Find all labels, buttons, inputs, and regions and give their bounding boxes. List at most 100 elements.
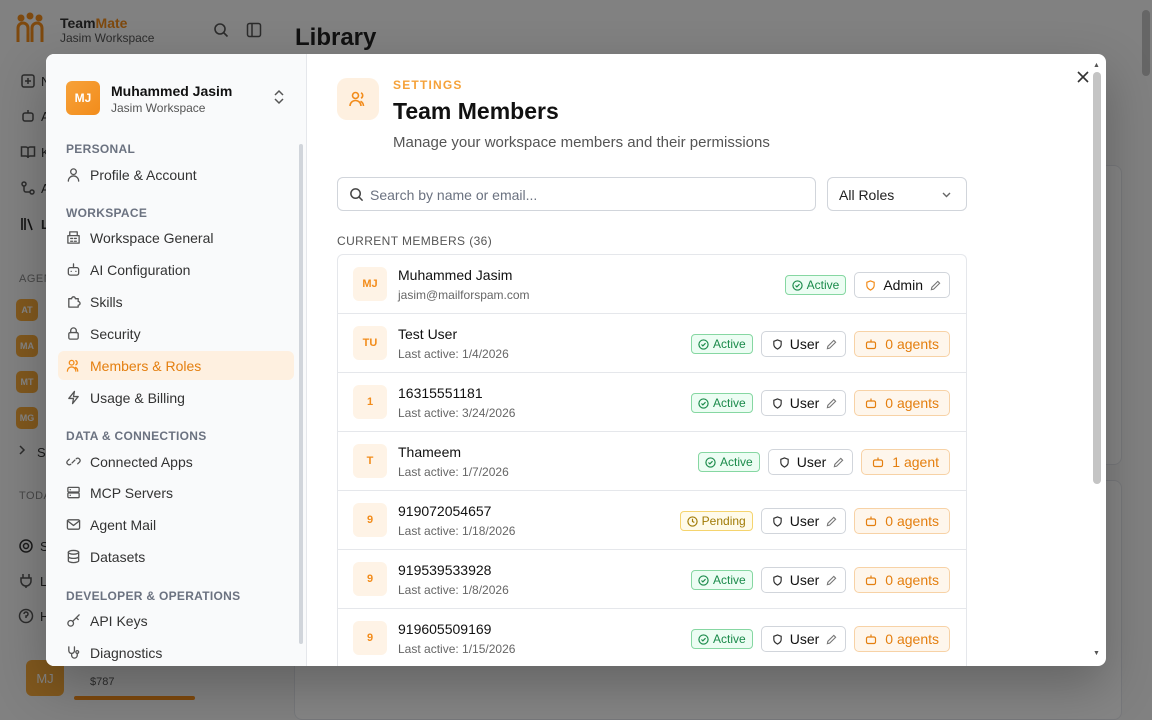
- sidebar-item-diagnostics[interactable]: Diagnostics: [58, 638, 294, 666]
- member-row: 9 919605509169 Last active: 1/15/2026 Activ…: [338, 609, 966, 666]
- user-avatar: MJ: [66, 81, 100, 115]
- check-circle-icon: [705, 456, 716, 468]
- agents-label: 0 agents: [885, 513, 939, 529]
- scroll-down-icon[interactable]: ▼: [1093, 650, 1100, 657]
- shield-icon: [772, 397, 782, 409]
- member-subtitle: Last active: 1/8/2026: [398, 583, 509, 597]
- users-icon: [66, 359, 79, 372]
- sidebar-item-datasets[interactable]: Datasets: [58, 542, 294, 571]
- agents-badge[interactable]: 0 agents: [854, 331, 950, 357]
- content-scrollbar[interactable]: [1093, 72, 1101, 484]
- role-button[interactable]: User: [760, 508, 847, 534]
- role-label: User: [789, 513, 820, 529]
- sidebar-item-label: MCP Servers: [90, 485, 173, 501]
- member-name: Muhammed Jasim: [398, 267, 513, 283]
- role-label: User: [789, 336, 820, 352]
- role-button[interactable]: Admin: [854, 272, 950, 298]
- sidebar-section-title: WORKSPACE: [66, 206, 148, 220]
- shield-icon: [772, 633, 782, 645]
- agents-label: 0 agents: [885, 572, 939, 588]
- role-button[interactable]: User: [760, 567, 847, 593]
- role-filter-dropdown[interactable]: All Roles: [827, 177, 967, 211]
- status-badge: Pending: [679, 511, 753, 531]
- sidebar-item-usage-billing[interactable]: Usage & Billing: [58, 383, 294, 412]
- role-button[interactable]: User: [760, 390, 847, 416]
- bot-icon: [866, 516, 877, 527]
- sidebar-scrollbar[interactable]: [299, 144, 303, 644]
- member-row: MJ Muhammed Jasim jasim@mailforspam.com Act…: [338, 255, 966, 314]
- role-button[interactable]: User: [760, 626, 847, 652]
- team-icon: [337, 78, 379, 120]
- page-description: Manage your workspace members and their …: [393, 134, 770, 151]
- sidebar-item-label: Agent Mail: [90, 517, 157, 533]
- mail-icon: [66, 519, 81, 530]
- status-badge: Active: [784, 275, 847, 295]
- agents-badge[interactable]: 0 agents: [854, 567, 950, 593]
- member-name: 919072054657: [398, 503, 492, 519]
- sidebar-item-mcp-servers[interactable]: MCP Servers: [58, 478, 294, 507]
- sidebar-item-api-keys[interactable]: API Keys: [58, 606, 294, 635]
- status-badge: Active: [691, 570, 753, 590]
- member-avatar: 1: [353, 385, 387, 419]
- agents-label: 0 agents: [885, 631, 939, 647]
- scroll-up-icon[interactable]: ▲: [1093, 62, 1100, 69]
- sidebar-item-agent-mail[interactable]: Agent Mail: [58, 510, 294, 539]
- status-badge: Active: [691, 334, 753, 354]
- shield-icon: [772, 574, 782, 586]
- member-name: Test User: [398, 326, 458, 342]
- bot-icon: [866, 575, 877, 586]
- check-circle-icon: [698, 397, 709, 409]
- member-subtitle: Last active: 1/7/2026: [398, 465, 509, 479]
- sidebar-item-workspace-general[interactable]: Workspace General: [58, 223, 294, 252]
- bot-icon: [866, 398, 877, 409]
- agents-badge[interactable]: 0 agents: [854, 390, 950, 416]
- member-row: 9 919539533928 Last active: 1/8/2026 Active…: [338, 550, 966, 609]
- check-circle-icon: [698, 574, 709, 586]
- agents-badge[interactable]: 0 agents: [854, 508, 950, 534]
- search-input[interactable]: [370, 184, 800, 206]
- pencil-icon: [826, 634, 837, 644]
- status-badge: Active: [691, 629, 753, 649]
- pencil-icon: [930, 280, 941, 290]
- sidebar-item-label: Members & Roles: [90, 358, 202, 374]
- bot-icon: [866, 634, 877, 645]
- status-label: Pending: [701, 514, 746, 528]
- agents-badge[interactable]: 0 agents: [854, 626, 950, 652]
- member-subtitle: Last active: 1/18/2026: [398, 524, 516, 538]
- server-icon: [67, 486, 80, 499]
- workspace-switcher[interactable]: MJ Muhammed Jasim Jasim Workspace: [66, 81, 286, 119]
- role-button[interactable]: User: [767, 449, 854, 475]
- key-icon: [67, 614, 80, 627]
- agents-badge[interactable]: 1 agent: [861, 449, 950, 475]
- check-circle-icon: [698, 633, 709, 645]
- sidebar-item-label: API Keys: [90, 613, 148, 629]
- close-icon[interactable]: [1076, 70, 1090, 84]
- member-subtitle: Last active: 1/15/2026: [398, 642, 516, 656]
- settings-modal: MJ Muhammed Jasim Jasim Workspace PERSON…: [46, 54, 1106, 666]
- sidebar-item-connected-apps[interactable]: Connected Apps: [58, 447, 294, 476]
- bot-icon: [866, 339, 877, 350]
- sidebar-item-label: AI Configuration: [90, 262, 191, 278]
- settings-kicker: SETTINGS: [393, 78, 463, 92]
- sidebar-item-ai-configuration[interactable]: AI Configuration: [58, 255, 294, 284]
- sidebar-item-profile-account[interactable]: Profile & Account: [58, 160, 294, 189]
- member-actions: Active User 1 agent: [698, 449, 950, 475]
- member-subtitle: Last active: 3/24/2026: [398, 406, 516, 420]
- member-avatar: 9: [353, 562, 387, 596]
- shield-icon: [772, 338, 782, 350]
- agents-label: 1 agent: [892, 454, 939, 470]
- member-search[interactable]: [337, 177, 816, 211]
- status-label: Active: [806, 278, 840, 292]
- member-avatar: MJ: [353, 267, 387, 301]
- sidebar-section-title: DATA & CONNECTIONS: [66, 429, 207, 443]
- role-label: User: [796, 454, 827, 470]
- lightning-icon: [68, 390, 79, 405]
- sidebar-item-security[interactable]: Security: [58, 319, 294, 348]
- members-count-title: CURRENT MEMBERS (36): [337, 234, 493, 248]
- role-button[interactable]: User: [760, 331, 847, 357]
- members-list: MJ Muhammed Jasim jasim@mailforspam.com Act…: [337, 254, 967, 666]
- bot-icon: [873, 457, 884, 468]
- chevron-up-down-icon[interactable]: [272, 89, 286, 105]
- sidebar-item-members-roles[interactable]: Members & Roles: [58, 351, 294, 380]
- sidebar-item-skills[interactable]: Skills: [58, 287, 294, 316]
